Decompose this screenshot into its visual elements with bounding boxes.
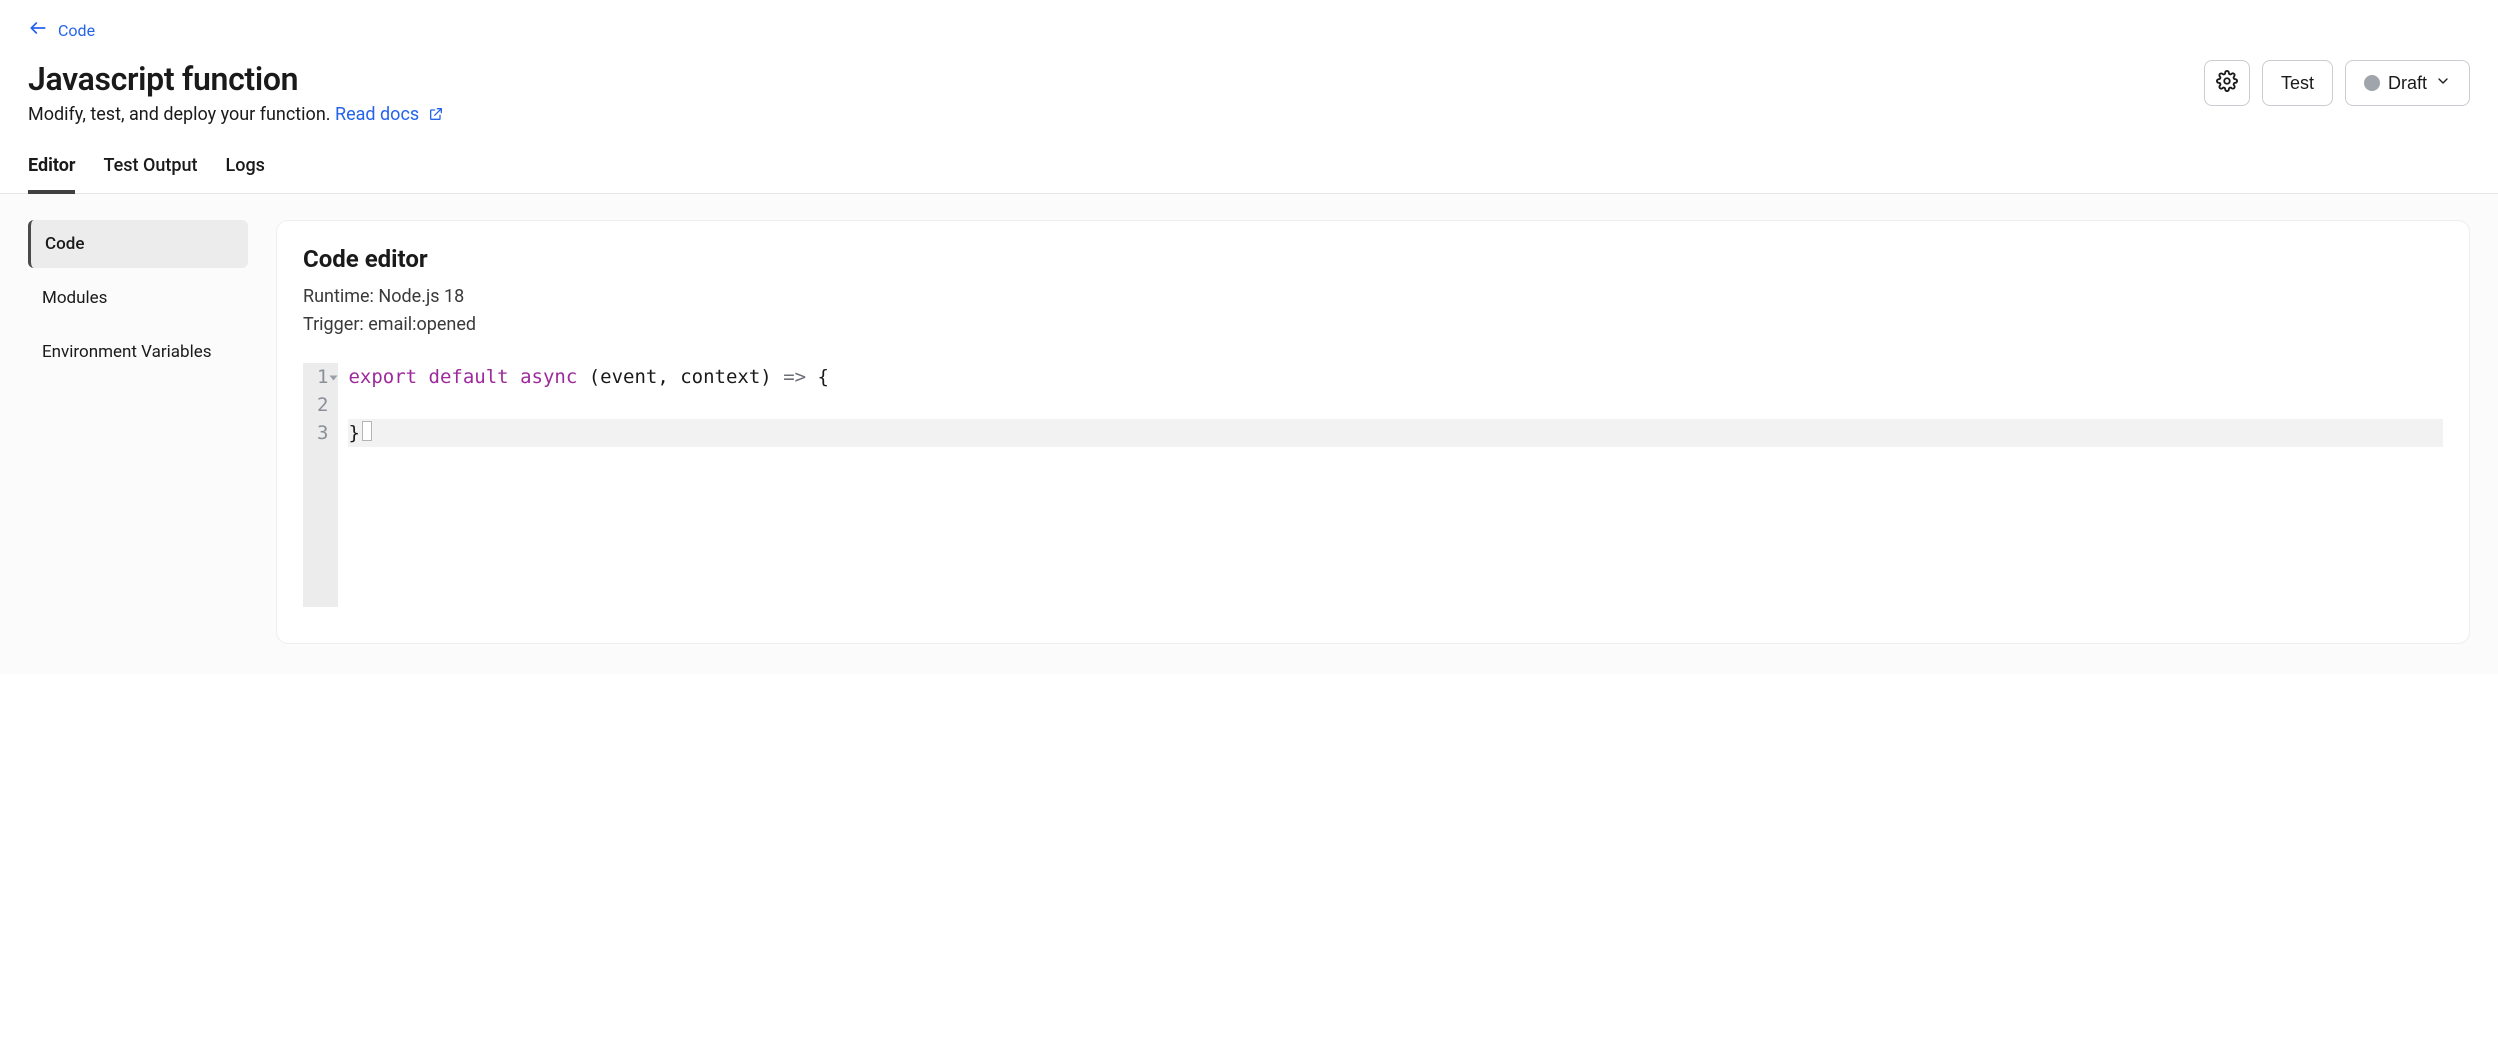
trigger-value: email:opened	[368, 314, 476, 335]
arrow-left-icon	[28, 18, 48, 42]
tab-editor[interactable]: Editor	[28, 155, 75, 194]
sidebar-item-code[interactable]: Code	[28, 220, 248, 268]
cursor	[362, 421, 372, 441]
code-content[interactable]: export default async (event, context) =>…	[338, 363, 2443, 607]
sidebar: Code Modules Environment Variables	[28, 220, 248, 644]
status-label: Draft	[2388, 73, 2427, 94]
tab-test-output[interactable]: Test Output	[103, 155, 197, 193]
gear-icon	[2216, 70, 2238, 97]
tabs: Editor Test Output Logs	[0, 155, 2498, 194]
status-dot-icon	[2364, 75, 2380, 91]
line-number: 2	[317, 391, 328, 419]
chevron-down-icon	[2435, 73, 2451, 94]
status-dropdown[interactable]: Draft	[2345, 60, 2470, 106]
panel-title: Code editor	[303, 245, 2443, 273]
trigger-label: Trigger:	[303, 314, 364, 335]
read-docs-link[interactable]: Read docs	[335, 104, 444, 125]
runtime-label: Runtime:	[303, 286, 374, 307]
test-button[interactable]: Test	[2262, 60, 2333, 106]
tab-logs[interactable]: Logs	[226, 155, 265, 193]
line-number: 3	[317, 419, 328, 447]
code-editor-panel: Code editor Runtime: Node.js 18 Trigger:…	[276, 220, 2470, 644]
breadcrumb-label: Code	[58, 21, 95, 40]
settings-button[interactable]	[2204, 60, 2250, 106]
page-subtitle: Modify, test, and deploy your function. …	[28, 104, 444, 127]
panel-meta: Runtime: Node.js 18 Trigger: email:opene…	[303, 283, 2443, 339]
page-title: Javascript function	[28, 60, 444, 98]
runtime-value: Node.js 18	[378, 286, 464, 307]
line-number: 1	[317, 363, 328, 391]
sidebar-item-env-vars[interactable]: Environment Variables	[28, 328, 248, 376]
gutter: 1 2 3	[303, 363, 338, 607]
page-subtitle-text: Modify, test, and deploy your function.	[28, 104, 331, 125]
breadcrumb-back[interactable]: Code	[28, 18, 95, 42]
sidebar-item-modules[interactable]: Modules	[28, 274, 248, 322]
external-link-icon	[428, 106, 444, 127]
code-editor[interactable]: 1 2 3 export default async (event, conte…	[303, 363, 2443, 607]
